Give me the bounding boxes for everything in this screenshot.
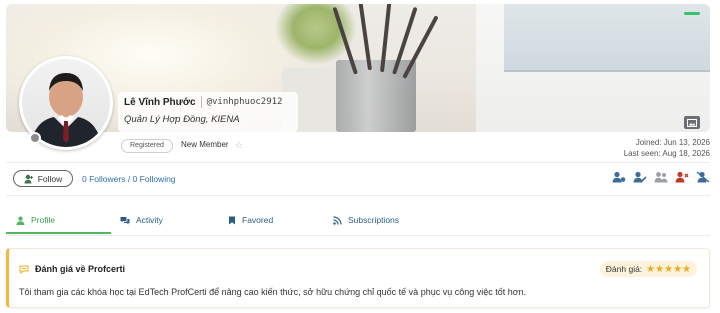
presence-dot (29, 132, 41, 144)
cover-pencil-cup (336, 60, 416, 132)
user-block-icon[interactable] (675, 170, 689, 184)
tab-label: Subscriptions (348, 215, 400, 225)
rating-label: Đánh giá: (605, 264, 643, 274)
joined-date: Joined: Jun 13, 2026 (635, 138, 710, 147)
follow-label: Follow (37, 173, 63, 184)
name-card: Lê Vĩnh Phước @vinhphuoc2912 Quản Lý Hợp… (118, 92, 298, 132)
rating-stars: ★★★★★ (646, 263, 691, 275)
name-separator (200, 96, 202, 108)
last-seen-date: Last seen: Aug 18, 2026 (623, 149, 710, 158)
review-card: Đánh giá về Profcerti Đánh giá: ★★★★★ Tô… (6, 248, 710, 308)
change-cover-button[interactable] (684, 116, 700, 129)
divider (6, 162, 710, 163)
user-ignore-icon[interactable] (696, 170, 710, 184)
user-icon (16, 216, 25, 225)
image-icon (687, 118, 697, 127)
follow-button[interactable]: Follow (13, 170, 73, 187)
bookmark-icon (229, 216, 235, 224)
add-user-icon (24, 174, 33, 183)
active-tab-indicator (6, 232, 111, 234)
profile-handle: @vinhphuoc2912 (206, 97, 283, 107)
tab-label: Activity (136, 215, 163, 225)
comment-icon (19, 265, 29, 274)
cover-monitor-screen (504, 4, 710, 72)
review-heading: Đánh giá về Profcerti (19, 264, 125, 274)
status-indicator (684, 12, 700, 15)
rss-icon (333, 215, 342, 225)
review-text: Tôi tham gia các khóa học tại EdTech Pro… (19, 287, 527, 297)
star-outline-icon: ☆ (234, 140, 243, 150)
user-actions (612, 170, 710, 184)
tab-subscriptions[interactable]: Subscriptions (333, 207, 399, 233)
tab-activity[interactable]: Activity (120, 207, 163, 233)
profile-name[interactable]: Lê Vĩnh Phước (124, 97, 196, 108)
divider (6, 235, 710, 236)
user-info-icon[interactable] (612, 170, 626, 184)
profile-dates: Joined: Jun 13, 2026 Last seen: Aug 18, … (624, 137, 710, 159)
user-edit-icon[interactable] (633, 170, 647, 184)
tab-label: Favored (242, 215, 274, 225)
profile-tabs: Profile Activity Favored Subscriptions (6, 207, 406, 235)
tab-profile[interactable]: Profile (16, 207, 55, 233)
review-title: Đánh giá về Profcerti (35, 264, 126, 274)
rating-badge: Đánh giá: ★★★★★ (599, 261, 697, 277)
status-badge: Registered (121, 139, 173, 153)
user-group-icon[interactable] (654, 170, 668, 184)
profile-role: Quản Lý Hợp Đồng, KIENA (124, 114, 240, 125)
chat-icon (120, 216, 130, 224)
tab-favored[interactable]: Favored (228, 207, 273, 233)
follow-stats-link[interactable]: 0 Followers / 0 Following (82, 174, 176, 184)
divider (6, 195, 710, 196)
member-label: New Member (181, 140, 229, 149)
member-rank: New Member ☆ (181, 139, 243, 151)
tab-label: Profile (31, 215, 56, 225)
